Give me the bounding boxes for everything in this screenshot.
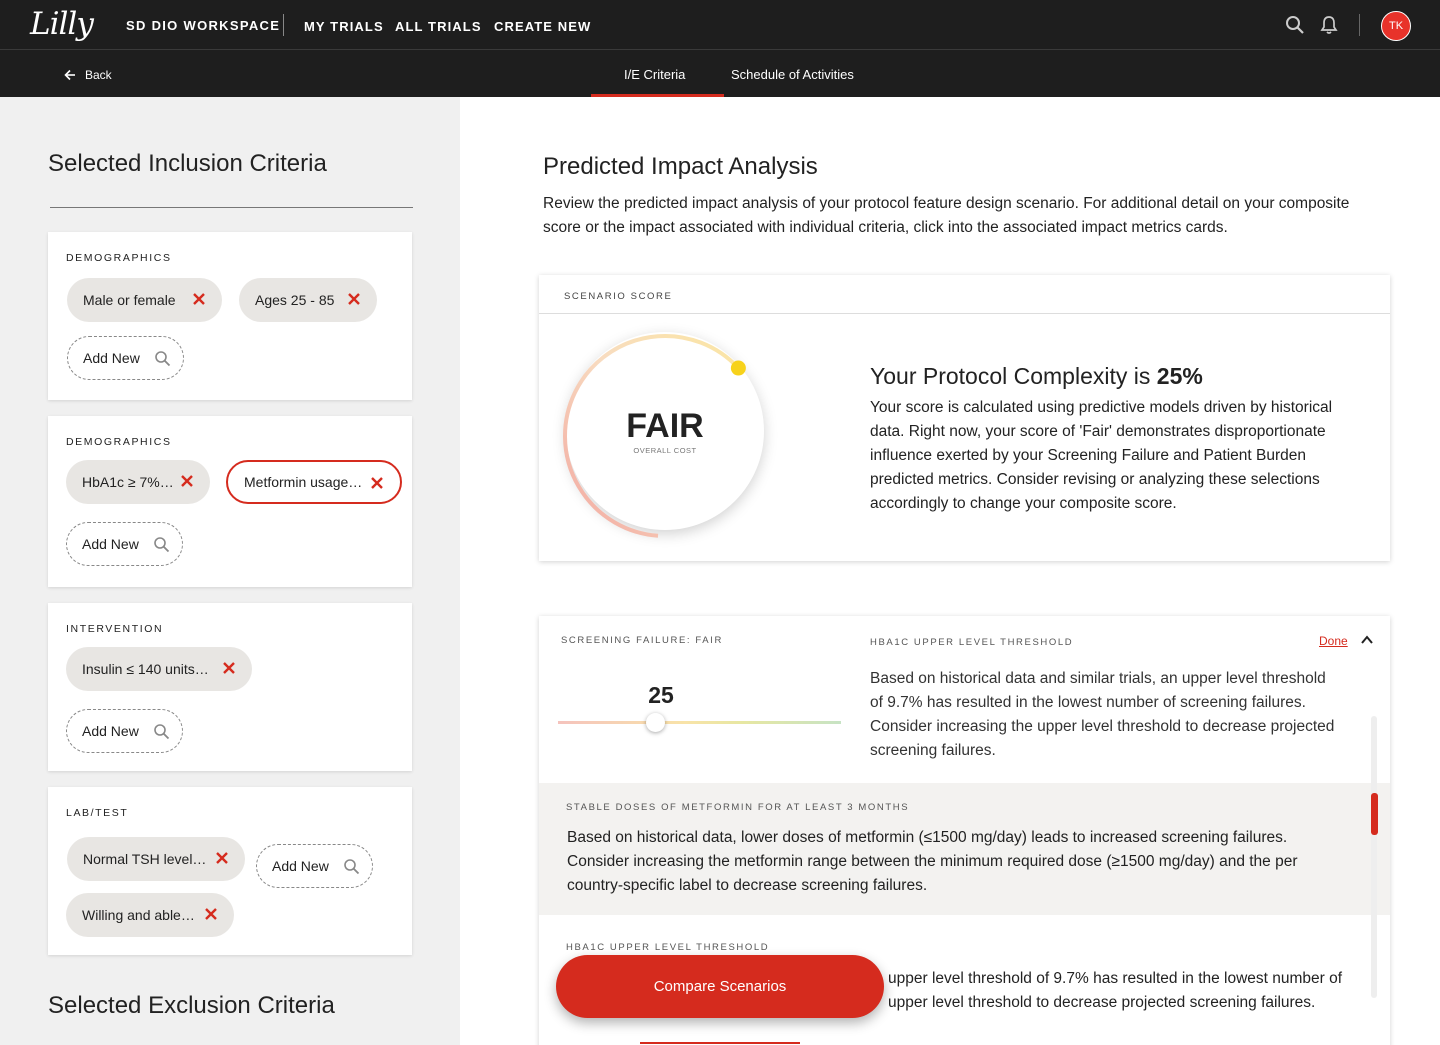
chip-label: Normal TSH level… [83,851,207,867]
scrollbar-track[interactable] [1371,716,1377,998]
sub-nav: Back I/E Criteria Schedule of Activities [0,50,1440,97]
search-icon [154,537,170,553]
lilly-logo[interactable]: Lilly [30,6,94,42]
divider [50,207,413,208]
criteria-chip[interactable]: HbA1c ≥ 7%… [66,460,210,504]
card-title: DEMOGRAPHICS [66,252,172,264]
card-label: SCREENING FAILURE: FAIR [561,635,723,646]
nav-divider [283,14,284,36]
gauge-marker [730,360,746,376]
add-new-button[interactable]: Add New [66,709,183,753]
page-title: Predicted Impact Analysis [543,153,818,180]
add-new-label: Add New [82,536,139,552]
divider [539,313,1390,314]
add-new-label: Add New [83,350,140,366]
metformin-insight[interactable]: STABLE DOSES OF METFORMIN FOR AT LEAST 3… [539,783,1390,915]
score-rating-sub: OVERALL COST [633,446,697,455]
back-label: Back [85,68,112,82]
close-icon[interactable] [370,476,384,490]
chevron-up-icon[interactable] [1360,634,1374,646]
tab-schedule-of-activities[interactable]: Schedule of Activities [731,67,854,82]
criteria-card-intervention: INTERVENTION Insulin ≤ 140 units… Add Ne… [48,603,412,771]
complexity-headline: Your Protocol Complexity is 25% [870,363,1203,390]
card-title: DEMOGRAPHICS [66,436,172,448]
inclusion-title: Selected Inclusion Criteria [48,150,327,177]
complexity-description: Your score is calculated using predictiv… [870,399,1333,512]
exclusion-title: Selected Exclusion Criteria [48,992,335,1019]
add-new-label: Add New [272,858,329,874]
criteria-chip[interactable]: Male or female [67,278,222,322]
search-icon[interactable] [1285,15,1305,35]
criterion-description: Based on historical data, lower doses of… [567,829,1298,894]
add-new-label: Add New [82,723,139,739]
avatar[interactable]: TK [1381,11,1411,41]
button-shadow-accent [640,1042,800,1044]
close-icon[interactable] [222,661,236,675]
criteria-card-lab-test: LAB/TEST Normal TSH level… Add New Willi… [48,787,412,955]
score-rating: FAIR [626,407,704,445]
chip-label: Ages 25 - 85 [255,292,335,308]
card-title: INTERVENTION [66,623,164,635]
nav-divider [1359,14,1360,36]
compare-scenarios-button[interactable]: Compare Scenarios [556,955,884,1018]
close-icon[interactable] [347,292,361,306]
complexity-value: 25% [1156,363,1203,389]
criterion-description: Based on historical data and similar tri… [870,670,1335,759]
score-slider-track[interactable] [558,721,841,724]
page-description: Review the predicted impact analysis of … [543,195,1350,236]
search-icon [154,724,170,740]
criterion-label: STABLE DOSES OF METFORMIN FOR AT LEAST 3… [566,802,910,813]
search-icon [344,859,360,875]
back-button[interactable]: Back [64,68,112,82]
close-icon[interactable] [192,292,206,306]
card-label: SCENARIO SCORE [564,291,673,302]
add-new-button[interactable]: Add New [67,336,184,380]
criteria-chip[interactable]: Willing and able… [66,893,234,937]
scrollbar-thumb[interactable] [1371,793,1378,835]
add-new-button[interactable]: Add New [256,844,373,888]
close-icon[interactable] [180,474,194,488]
criteria-card-demographics: DEMOGRAPHICS Male or female Ages 25 - 85… [48,232,412,400]
nav-my-trials[interactable]: MY TRIALS [304,19,384,34]
done-link[interactable]: Done [1319,634,1348,648]
impact-analysis: Predicted Impact Analysis Review the pre… [460,97,1440,1045]
arrow-left-icon [64,69,75,81]
close-icon[interactable] [215,851,229,865]
tab-ie-criteria[interactable]: I/E Criteria [624,67,685,82]
screening-score: 25 [648,682,674,708]
score-slider-thumb[interactable] [646,713,666,732]
criterion-label: HBA1C UPPER LEVEL THRESHOLD [870,637,1074,648]
chip-label: HbA1c ≥ 7%… [82,474,174,490]
search-icon [155,351,171,367]
criteria-chip[interactable]: Normal TSH level… [67,837,245,881]
criteria-chip[interactable]: Insulin ≤ 140 units… [66,647,252,691]
criteria-panel: Selected Inclusion Criteria DEMOGRAPHICS… [0,97,460,1045]
nav-create-new[interactable]: CREATE NEW [494,19,591,34]
workspace-name[interactable]: SD DIO WORKSPACE [126,18,280,33]
criteria-card-demographics: DEMOGRAPHICS HbA1c ≥ 7%… Metformin usage… [48,416,412,587]
complexity-prefix: Your Protocol Complexity is [870,363,1157,389]
card-title: LAB/TEST [66,807,129,819]
close-icon[interactable] [204,907,218,921]
chip-label: Willing and able… [82,907,195,923]
chip-label: Insulin ≤ 140 units… [82,661,209,677]
bell-icon[interactable] [1319,15,1339,35]
criteria-chip-selected[interactable]: Metformin usage… [226,460,402,504]
nav-all-trials[interactable]: ALL TRIALS [395,19,482,34]
add-new-button[interactable]: Add New [66,522,183,566]
criterion-label: HBA1C UPPER LEVEL THRESHOLD [566,942,770,953]
chip-label: Metformin usage… [244,474,363,490]
criterion-description: upper level threshold of 9.7% has result… [888,970,1343,1011]
chip-label: Male or female [83,292,176,308]
criteria-chip[interactable]: Ages 25 - 85 [239,278,377,322]
top-nav: Lilly SD DIO WORKSPACE MY TRIALS ALL TRI… [0,0,1440,50]
scenario-score-card[interactable]: SCENARIO SCORE FAIR OVERALL COST Your Pr… [539,275,1390,561]
